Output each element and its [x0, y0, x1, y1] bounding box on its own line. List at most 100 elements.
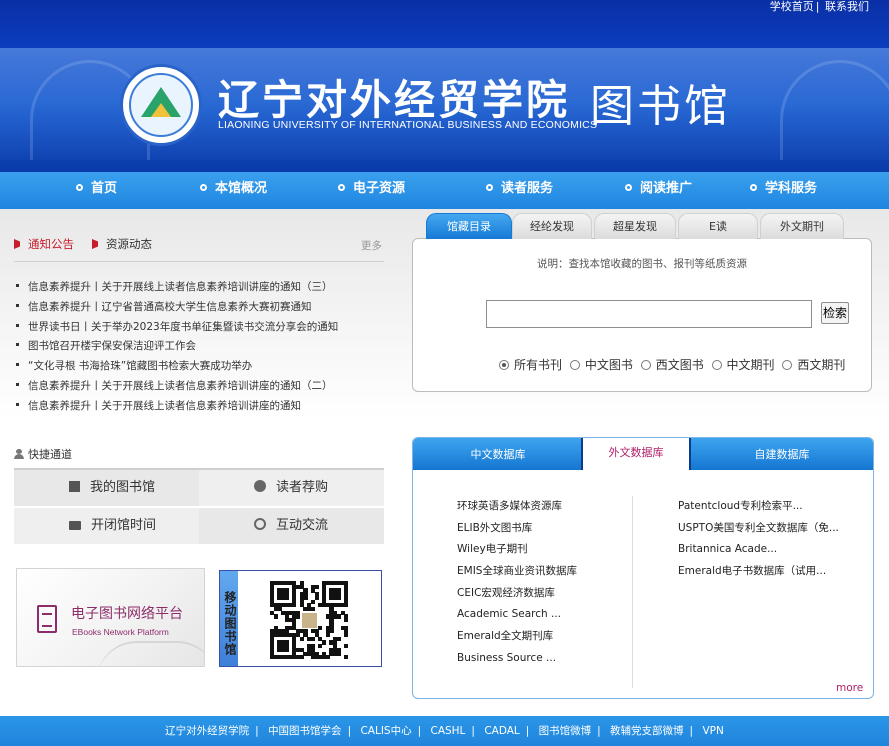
notice-title[interactable]: 信息素养提升丨关于开展线上读者信息素养培训讲座的通知（二）	[28, 380, 333, 392]
list-item[interactable]: 环球英语多媒体资源库	[457, 496, 577, 518]
search-input[interactable]	[486, 300, 812, 328]
list-item[interactable]: ELIB外文图书库	[457, 518, 577, 540]
list-item[interactable]: 图书馆召开楼宇保安保洁迎评工作会	[16, 337, 386, 357]
qr-center-logo	[301, 612, 318, 629]
bullet-icon	[16, 363, 19, 367]
footer-link[interactable]: 教辅党支部微博	[610, 725, 684, 737]
notice-title[interactable]: 图书馆召开楼宇保安保洁迎评工作会	[28, 340, 196, 352]
tab-foreign-databases[interactable]: 外文数据库	[581, 438, 691, 470]
footer-links: 辽宁对外经贸学院 | 中国图书馆学会 | CALIS中心 | CASHL | CADAL…	[165, 725, 724, 737]
radio-chinese-books[interactable]: 中文图书	[569, 356, 633, 373]
notice-title[interactable]: 信息素养提升丨辽宁省普通高校大学生信息素养大赛初赛通知	[28, 301, 312, 313]
list-item[interactable]: Wiley电子期刊	[457, 539, 577, 561]
search-button[interactable]: 检索	[821, 302, 849, 324]
quick-label: 开闭馆时间	[91, 518, 157, 533]
tab-self-built-databases[interactable]: 自建数据库	[691, 438, 873, 470]
footer-link[interactable]: VPN	[702, 725, 723, 737]
tab-chinese-databases[interactable]: 中文数据库	[413, 438, 583, 470]
list-item[interactable]: “文化寻根 书海拾珠”馆藏图书检索大赛成功举办	[16, 357, 386, 377]
nav-item-overview[interactable]: 本馆概况	[200, 172, 267, 209]
nav-label: 电子资源	[353, 181, 406, 196]
list-item[interactable]: 信息素养提升丨辽宁省普通高校大学生信息素养大赛初赛通知	[16, 298, 386, 318]
footer-link[interactable]: CASHL	[430, 725, 465, 737]
notice-title[interactable]: 信息素养提升丨关于开展线上读者信息素养培训讲座的通知	[28, 400, 301, 412]
list-item[interactable]: Emerald电子书数据库（试用...	[678, 561, 839, 583]
notice-title[interactable]: 信息素养提升丨关于开展线上读者信息素养培训讲座的通知（三）	[28, 281, 333, 293]
circle-bullet-icon	[625, 184, 632, 191]
site-footer: 辽宁对外经贸学院 | 中国图书馆学会 | CALIS中心 | CASHL | CADAL…	[0, 716, 889, 746]
footer-link[interactable]: 中国图书馆学会	[268, 725, 342, 737]
radio-western-books[interactable]: 西文图书	[640, 356, 704, 373]
tab-resource-news[interactable]: 资源动态	[92, 236, 152, 252]
radio-icon	[569, 360, 580, 370]
footer-link[interactable]: CALIS中心	[360, 725, 411, 737]
bullet-icon	[16, 382, 19, 386]
list-item[interactable]: CEIC宏观经济数据库	[457, 583, 577, 605]
tab-notices[interactable]: 通知公告	[14, 236, 74, 252]
main-nav: 首页 本馆概况 电子资源 读者服务 阅读推广 学科服务	[0, 172, 889, 209]
list-item[interactable]: Emerald全文期刊库	[457, 626, 577, 648]
tab-e-read[interactable]: E读	[678, 213, 758, 239]
my-library-button[interactable]: 我的图书馆	[14, 470, 199, 506]
ebook-platform-banner[interactable]: 电子图书网络平台 EBooks Network Platform	[16, 568, 205, 667]
list-item[interactable]: Patentcloud专利检索平...	[678, 496, 839, 518]
notice-title[interactable]: “文化寻根 书海拾珠”馆藏图书检索大赛成功举办	[28, 360, 252, 372]
list-item[interactable]: USPTO美国专利全文数据库（免...	[678, 518, 839, 540]
ebook-subtitle: EBooks Network Platform	[72, 627, 169, 637]
school-name: 辽宁对外经贸学院	[218, 76, 570, 124]
bullet-icon	[16, 323, 19, 327]
list-item[interactable]: 世界读书日丨关于举办2023年度书单征集暨读书交流分享会的通知	[16, 318, 386, 338]
database-more-link[interactable]: more	[836, 682, 863, 694]
qr-module	[344, 618, 349, 623]
qr-module	[299, 636, 304, 641]
notice-more-link[interactable]: 更多	[361, 238, 382, 253]
contact-us-link[interactable]: 联系我们	[825, 0, 869, 13]
tab-label: 通知公告	[28, 237, 74, 251]
school-home-link[interactable]: 学校首页	[770, 0, 814, 13]
list-item[interactable]: Academic Search ...	[457, 604, 577, 626]
radio-label: 中文图书	[584, 358, 633, 372]
radio-icon	[782, 360, 793, 370]
tab-chaoxing-discovery[interactable]: 超星发现	[594, 213, 676, 239]
notice-title[interactable]: 世界读书日丨关于举办2023年度书单征集暨读书交流分享会的通知	[28, 321, 338, 333]
qr-module	[284, 595, 289, 600]
site-header: 学校首页 | 联系我们 辽宁对外经贸学院 LIAONING UNIVERSITY …	[0, 0, 889, 172]
tab-jinglun-discovery[interactable]: 经纶发现	[512, 213, 592, 239]
list-item[interactable]: Britannica Acade...	[678, 539, 839, 561]
quick-title-label: 快捷通道	[28, 448, 72, 461]
clock-icon	[254, 518, 266, 530]
library-name: 图书馆	[590, 81, 731, 132]
qr-module	[336, 651, 341, 656]
radio-selected-icon	[499, 360, 509, 370]
nav-item-e-resources[interactable]: 电子资源	[338, 172, 405, 209]
qr-module	[296, 614, 301, 619]
recommend-purchase-button[interactable]: 读者荐购	[199, 470, 384, 506]
opening-hours-button[interactable]: 开闭馆时间	[14, 508, 199, 544]
school-logo[interactable]	[120, 64, 202, 146]
mobile-library-banner[interactable]: 移动图书馆	[219, 570, 382, 667]
nav-item-subject-services[interactable]: 学科服务	[750, 172, 817, 209]
footer-link[interactable]: CADAL	[484, 725, 519, 737]
nav-item-home[interactable]: 首页	[76, 172, 117, 209]
radio-all[interactable]: 所有书刊	[499, 356, 562, 373]
interaction-button[interactable]: 互动交流	[199, 508, 384, 544]
circle-bullet-icon	[338, 184, 345, 191]
footer-link[interactable]: 辽宁对外经贸学院	[165, 725, 249, 737]
radio-western-journals[interactable]: 西文期刊	[782, 356, 845, 373]
list-item[interactable]: Business Source ...	[457, 648, 577, 670]
radio-chinese-journals[interactable]: 中文期刊	[711, 356, 775, 373]
radio-label: 所有书刊	[514, 358, 563, 372]
list-item[interactable]: 信息素养提升丨关于开展线上读者信息素养培训讲座的通知	[16, 397, 386, 417]
nav-item-reading-promotion[interactable]: 阅读推广	[625, 172, 692, 209]
tab-foreign-journals[interactable]: 外文期刊	[760, 213, 844, 239]
list-item[interactable]: 信息素养提升丨关于开展线上读者信息素养培训讲座的通知（三）	[16, 278, 386, 298]
open-book-graphic	[97, 641, 204, 666]
qr-module	[310, 607, 315, 612]
mobile-library-label: 移动图书馆	[220, 571, 238, 666]
tab-catalog[interactable]: 馆藏目录	[426, 213, 512, 239]
footer-link[interactable]: 图书馆微博	[539, 725, 592, 737]
list-item[interactable]: 信息素养提升丨关于开展线上读者信息素养培训讲座的通知（二）	[16, 377, 386, 397]
qr-module	[325, 633, 330, 638]
list-item[interactable]: EMIS全球商业资讯数据库	[457, 561, 577, 583]
nav-item-reader-services[interactable]: 读者服务	[486, 172, 553, 209]
